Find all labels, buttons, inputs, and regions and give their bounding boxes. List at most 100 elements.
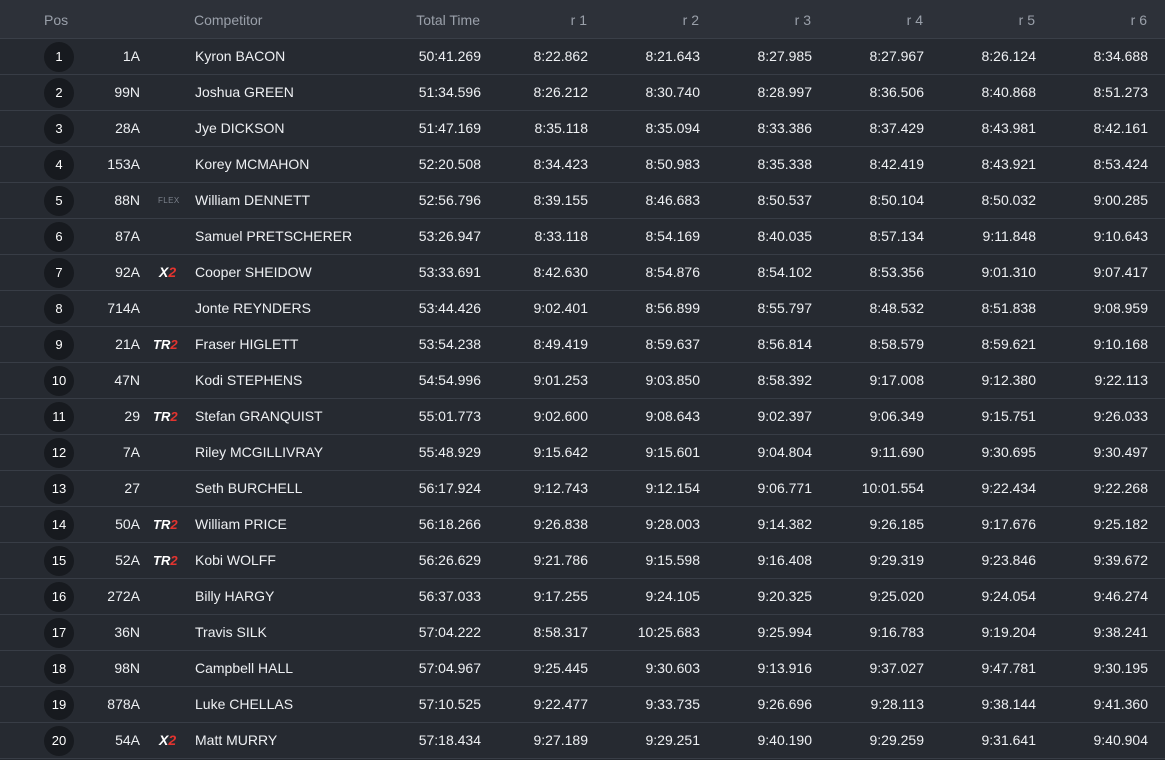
table-row[interactable]: 11 29 Stefan GRANQUIST 55:01.773 9:02.600 9:0… (0, 399, 1165, 435)
header-r4[interactable]: r 4 (836, 0, 923, 38)
total-time: 51:34.596 (418, 84, 481, 100)
round-5-time: 9:22.434 (981, 480, 1037, 496)
race-number: 52A (115, 552, 140, 568)
table-row[interactable]: 10 47N Kodi STEPHENS 54:54.996 9:01.253 9:03.… (0, 363, 1165, 399)
total-time: 52:20.508 (418, 156, 481, 172)
table-row[interactable]: 15 52A Kobi WOLFF 56:26.629 9:21.786 9:15.598… (0, 543, 1165, 579)
position-badge: 6 (44, 222, 74, 252)
competitor-name: Billy HARGY (195, 588, 275, 604)
table-row[interactable]: 17 36N Travis SILK 57:04.222 8:58.317 10:25.6… (0, 615, 1165, 651)
round-3-time: 9:04.804 (757, 444, 813, 460)
table-row[interactable]: 14 50A William PRICE 56:18.266 9:26.838 9:28.… (0, 507, 1165, 543)
table-row[interactable]: 5 88N William DENNETT 52:56.796 8:39.155 8:46… (0, 183, 1165, 219)
round-4-time: 9:16.783 (869, 624, 925, 640)
round-5-time: 8:50.032 (981, 192, 1037, 208)
total-time: 57:04.222 (418, 624, 481, 640)
competitor-name: Samuel PRETSCHERER (195, 228, 353, 244)
round-4-time: 9:25.020 (869, 588, 925, 604)
total-time: 57:10.525 (418, 696, 481, 712)
header-r1[interactable]: r 1 (500, 0, 587, 38)
competitor-name: Stefan GRANQUIST (195, 408, 323, 424)
round-2-time: 10:25.683 (637, 624, 700, 640)
round-5-time: 9:31.641 (981, 732, 1037, 748)
round-4-time: 9:17.008 (869, 372, 925, 388)
tr2-team-logo: TR2 (153, 337, 178, 352)
round-3-time: 9:13.916 (757, 660, 813, 676)
round-4-time: 8:58.579 (869, 336, 925, 352)
table-row[interactable]: 16 272A Billy HARGY 56:37.033 9:17.255 9:24.1… (0, 579, 1165, 615)
round-3-time: 9:02.397 (757, 408, 813, 424)
round-3-time: 9:40.190 (757, 732, 813, 748)
position-badge: 3 (44, 114, 74, 144)
round-6-time: 8:53.424 (1093, 156, 1149, 172)
header-competitor[interactable]: Competitor (194, 0, 262, 38)
x2-team-logo: X2 (159, 732, 177, 748)
total-time: 55:48.929 (418, 444, 481, 460)
competitor-name: Campbell HALL (195, 660, 294, 676)
round-3-time: 8:54.102 (757, 264, 813, 280)
x2-team-logo: X2 (159, 264, 177, 280)
competitor-name: Kobi WOLFF (195, 552, 276, 568)
header-r6[interactable]: r 6 (1060, 0, 1147, 38)
table-row[interactable]: 20 54A Matt MURRY 57:18.434 9:27.189 9:29.251… (0, 723, 1165, 759)
header-pos[interactable]: Pos (44, 0, 68, 38)
table-row[interactable]: 13 27 Seth BURCHELL 56:17.924 9:12.743 9:12.1… (0, 471, 1165, 507)
round-2-time: 8:21.643 (645, 48, 701, 64)
table-row[interactable]: 18 98N Campbell HALL 57:04.967 9:25.445 9:30.… (0, 651, 1165, 687)
results-table: Pos Competitor Total Time r 1 r 2 r 3 r … (0, 0, 1165, 760)
round-6-time: 9:38.241 (1093, 624, 1149, 640)
position-badge: 13 (44, 474, 74, 504)
race-number: 27 (124, 480, 140, 496)
round-3-time: 9:20.325 (757, 588, 813, 604)
table-row[interactable]: 6 87A Samuel PRETSCHERER 53:26.947 8:33.118 8… (0, 219, 1165, 255)
table-row[interactable]: 4 153A Korey MCMAHON 52:20.508 8:34.423 8:50.… (0, 147, 1165, 183)
table-row[interactable]: 7 92A Cooper SHEIDOW 53:33.691 8:42.630 8:54.… (0, 255, 1165, 291)
header-r2[interactable]: r 2 (612, 0, 699, 38)
race-number: 1A (122, 48, 140, 64)
position-badge: 16 (44, 582, 74, 612)
round-5-time: 9:12.380 (981, 372, 1037, 388)
round-1-time: 8:49.419 (533, 336, 589, 352)
header-r5[interactable]: r 5 (948, 0, 1035, 38)
position-badge: 18 (44, 654, 74, 684)
race-number: 29 (124, 408, 140, 424)
round-2-time: 9:24.105 (645, 588, 701, 604)
round-6-time: 8:34.688 (1093, 48, 1149, 64)
round-2-time: 8:59.637 (645, 336, 701, 352)
total-time: 53:33.691 (418, 264, 481, 280)
table-row[interactable]: 1 1A Kyron BACON 50:41.269 8:22.862 8:21.643 8… (0, 39, 1165, 75)
header-r3[interactable]: r 3 (724, 0, 811, 38)
round-4-time: 9:28.113 (870, 696, 924, 712)
position-badge: 4 (44, 150, 74, 180)
round-4-time: 9:06.349 (869, 408, 925, 424)
table-row[interactable]: 19 878A Luke CHELLAS 57:10.525 9:22.477 9:33.… (0, 687, 1165, 723)
round-3-time: 8:55.797 (757, 300, 813, 316)
round-5-time: 9:19.204 (981, 624, 1037, 640)
table-row[interactable]: 9 21A Fraser HIGLETT 53:54.238 8:49.419 8:59.… (0, 327, 1165, 363)
total-time: 50:41.269 (418, 48, 481, 64)
round-2-time: 8:30.740 (645, 84, 701, 100)
round-3-time: 8:58.392 (757, 372, 813, 388)
round-1-time: 9:27.189 (533, 732, 589, 748)
round-3-time: 9:06.771 (757, 480, 813, 496)
total-time: 57:04.967 (418, 660, 481, 676)
round-2-time: 9:30.603 (645, 660, 701, 676)
total-time: 53:44.426 (418, 300, 481, 316)
race-number: 99N (114, 84, 140, 100)
round-6-time: 9:25.182 (1093, 516, 1149, 532)
table-row[interactable]: 3 28A Jye DICKSON 51:47.169 8:35.118 8:35.094… (0, 111, 1165, 147)
round-2-time: 9:12.154 (645, 480, 701, 496)
competitor-name: William PRICE (195, 516, 287, 532)
total-time: 54:54.996 (418, 372, 481, 388)
header-total-time[interactable]: Total Time (395, 0, 480, 38)
round-3-time: 8:56.814 (757, 336, 813, 352)
position-badge: 2 (44, 78, 74, 108)
round-6-time: 8:42.161 (1093, 120, 1149, 136)
table-row[interactable]: 2 99N Joshua GREEN 51:34.596 8:26.212 8:30.74… (0, 75, 1165, 111)
table-row[interactable]: 12 7A Riley MCGILLIVRAY 55:48.929 9:15.642 9:… (0, 435, 1165, 471)
position-badge: 14 (44, 510, 74, 540)
total-time: 57:18.434 (418, 732, 481, 748)
round-4-time: 9:29.319 (869, 552, 925, 568)
round-1-time: 8:22.862 (533, 48, 589, 64)
table-row[interactable]: 8 714A Jonte REYNDERS 53:44.426 9:02.401 8:56… (0, 291, 1165, 327)
